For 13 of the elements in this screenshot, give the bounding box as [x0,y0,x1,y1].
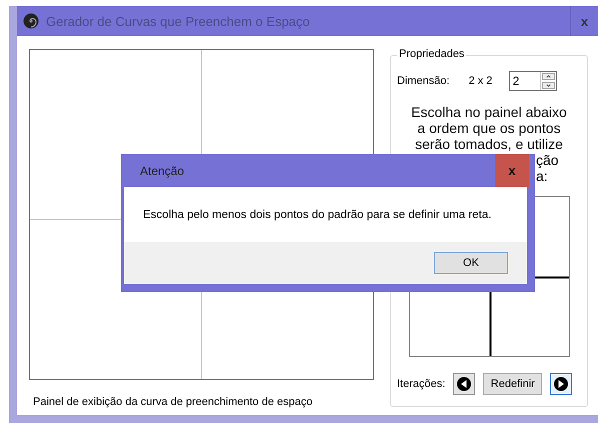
instruction-fragment: a: [536,168,549,184]
dialog-message: Escolha pelo menos dois pontos do padrão para se definir uma reta. [143,208,492,220]
window-title: Gerador de Curvas que Preenchem o Espaço [46,14,310,28]
instruction-line: Escolha no painel abaixo [411,104,567,120]
group-title: Propriedades [397,48,466,60]
instruction-line: serão tomados, e utilize [415,136,563,152]
instruction-fragment: ção [536,152,560,168]
iterations-label: Iterações: [397,378,446,390]
dialog-title: Atenção [140,164,184,178]
dimension-value: 2 x 2 [468,75,494,87]
dimension-label: Dimensão: [397,75,450,87]
instruction-line: a ordem que os pontos [417,120,561,136]
panel-caption: Painel de exibição da curva de preenchimento de espaço [33,396,314,408]
